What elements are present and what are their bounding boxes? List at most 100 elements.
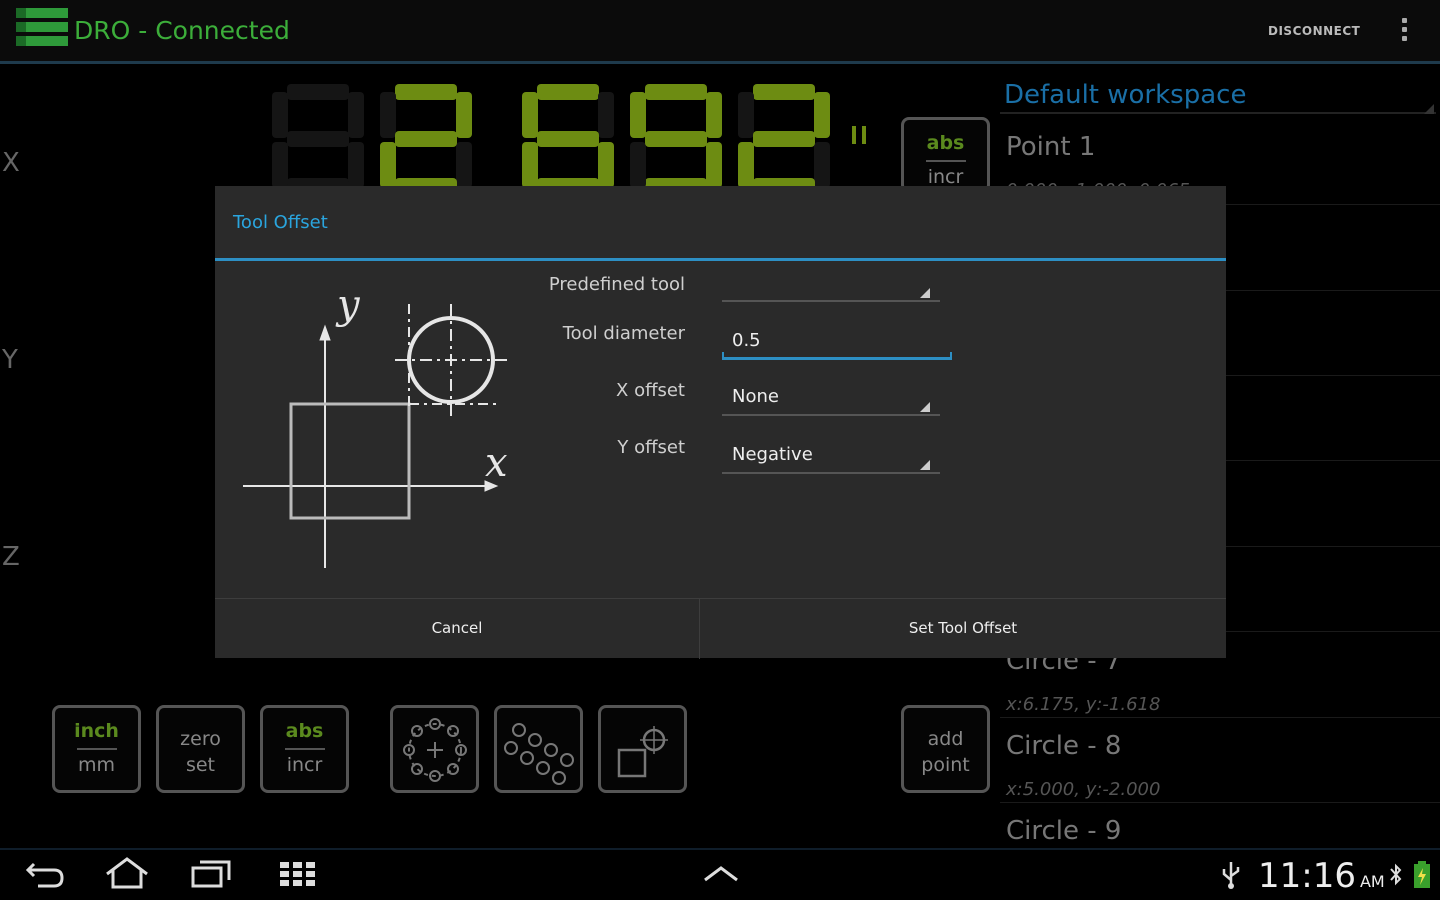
digit-segment [522, 142, 538, 188]
tool-offset-button[interactable] [598, 705, 687, 793]
digit-segment [287, 131, 349, 147]
up-chevron-icon[interactable] [702, 864, 740, 884]
workspace-dropdown-icon [1424, 104, 1434, 114]
point-label: point [921, 754, 970, 776]
readout-digit [736, 84, 832, 194]
clock-ampm: AM [1359, 872, 1385, 891]
add-label: add [927, 728, 964, 750]
readout-digit [270, 84, 366, 194]
dialog-title-divider [215, 258, 1226, 261]
digit-segment [706, 92, 722, 138]
abs-label: abs [926, 132, 965, 154]
y-offset-label: Y offset [617, 437, 685, 458]
digit-segment [630, 142, 646, 188]
abs-label: abs [285, 720, 324, 742]
abs-incr-button[interactable]: abs incr [260, 705, 349, 793]
point-item-name[interactable]: Circle - 9 [1006, 816, 1121, 846]
digit-segment [537, 84, 599, 100]
y-offset-dropdown[interactable]: Negative [722, 440, 940, 474]
digit-segment [456, 92, 472, 138]
home-icon[interactable] [104, 856, 150, 890]
readout-digit [378, 84, 474, 194]
set-label: set [185, 754, 216, 776]
cancel-button[interactable]: Cancel [215, 599, 699, 659]
add-point-button[interactable]: add point [901, 705, 990, 793]
y-offset-value: Negative [732, 444, 813, 465]
list-divider [1000, 717, 1440, 718]
hole-grid-button[interactable] [494, 705, 583, 793]
dropdown-arrow-icon [920, 288, 930, 298]
digit-segment [522, 92, 538, 138]
workspace-underline [1000, 112, 1436, 114]
recent-apps-icon[interactable] [190, 858, 232, 890]
action-bar-divider [0, 61, 1440, 64]
digit-segment [645, 131, 707, 147]
digit-segment [598, 92, 614, 138]
tool-diameter-value: 0.5 [732, 330, 761, 351]
digit-segment [537, 131, 599, 147]
bolt-circle-icon [403, 718, 467, 782]
digit-segment [456, 142, 472, 188]
predefined-tool-label: Predefined tool [548, 274, 685, 295]
readout-digit [520, 84, 616, 194]
digit-segment [380, 142, 396, 188]
digit-segment [753, 131, 815, 147]
workspace-selector[interactable]: Default workspace [1004, 80, 1246, 110]
tool-offset-dialog: Tool Offset y x Predefined tool Tool dia… [215, 186, 1226, 659]
zero-label: zero [180, 728, 221, 750]
overflow-menu-icon[interactable] [1398, 18, 1410, 46]
abs-incr-toggle-button[interactable]: abs incr [901, 117, 990, 193]
set-tool-offset-button[interactable]: Set Tool Offset [700, 599, 1226, 659]
digit-segment [706, 142, 722, 188]
clock-time: 11:16 [1258, 856, 1356, 896]
axis-label-y: Y [2, 345, 18, 375]
digit-segment [395, 84, 457, 100]
tool-diameter-label: Tool diameter [562, 323, 685, 344]
digit-segment [738, 142, 754, 188]
zero-set-button[interactable]: zero set [156, 705, 245, 793]
disconnect-button[interactable]: DISCONNECT [1268, 24, 1360, 38]
apps-grid-icon[interactable] [280, 860, 316, 888]
x-offset-dropdown[interactable]: None [722, 382, 940, 416]
dropdown-arrow-icon [920, 402, 930, 412]
digit-segment [395, 131, 457, 147]
axis-label-x: X [2, 148, 20, 178]
point-item-name[interactable]: Circle - 8 [1006, 731, 1121, 761]
digit-segment [814, 142, 830, 188]
digit-segment [287, 84, 349, 100]
app-logo-icon [16, 8, 68, 54]
tool-diameter-input[interactable]: 0.5 [722, 326, 952, 360]
dialog-button-bar: Cancel Set Tool Offset [215, 598, 1226, 659]
predefined-tool-dropdown[interactable] [722, 268, 940, 302]
point-item-coords: x:5.000, y:-2.000 [1006, 779, 1161, 800]
decimal-marker [852, 126, 868, 144]
digit-segment [598, 142, 614, 188]
point-item-coords: x:6.175, y:-1.618 [1006, 694, 1161, 715]
action-bar: DRO - Connected DISCONNECT [0, 0, 1440, 64]
axis-label-z: Z [2, 542, 20, 572]
digit-segment [753, 84, 815, 100]
tool-offset-icon [617, 726, 668, 778]
digit-segment [630, 92, 646, 138]
dropdown-arrow-icon [920, 460, 930, 470]
inch-mm-toggle-button[interactable]: inch mm [52, 705, 141, 793]
digit-segment [348, 142, 364, 188]
digit-segment [380, 92, 396, 138]
incr-label: incr [927, 166, 964, 188]
x-offset-value: None [732, 386, 779, 407]
status-clock: 11:16 AM [1258, 856, 1385, 896]
back-icon[interactable] [24, 858, 66, 890]
tool-offset-diagram: y x [243, 282, 508, 568]
list-divider [1000, 802, 1440, 803]
app-title: DRO - Connected [74, 16, 290, 45]
battery-icon [1414, 861, 1430, 888]
usb-icon [1222, 862, 1240, 889]
digit-segment [348, 92, 364, 138]
system-navigation-bar: 11:16 AM [0, 848, 1440, 900]
bolt-circle-button[interactable] [390, 705, 479, 793]
point-item-name[interactable]: Point 1 [1006, 132, 1095, 162]
digit-segment [272, 92, 288, 138]
digit-segment [814, 92, 830, 138]
readout-digit [628, 84, 724, 194]
bluetooth-icon [1390, 863, 1402, 886]
